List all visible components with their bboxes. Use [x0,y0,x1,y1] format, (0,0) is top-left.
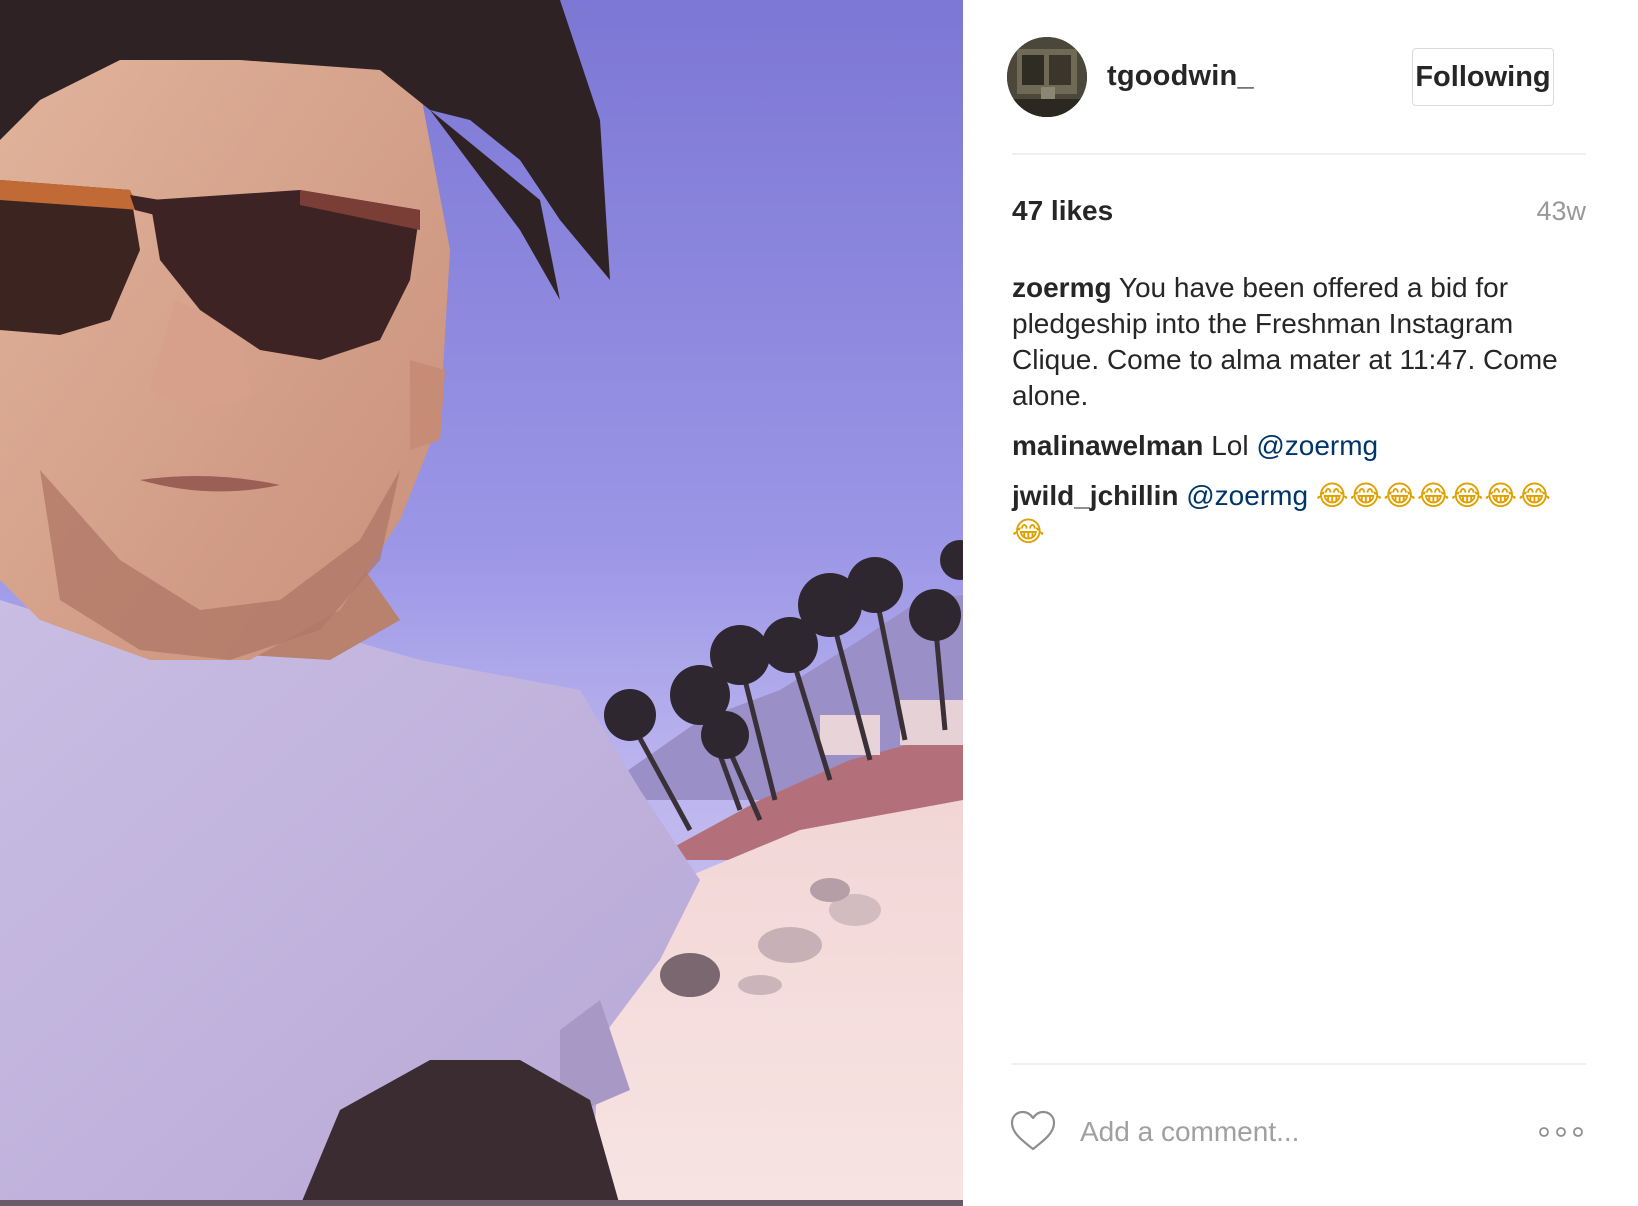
instagram-post: tgoodwin_ Following 47 likes 43w zoermg … [0,0,1638,1206]
comment-item: malinawelman Lol @zoermg [1012,428,1580,464]
comment-item: jwild_jchillin @zoermg 😂😂😂😂😂😂😂😂 [1012,478,1580,550]
following-button[interactable]: Following [1412,48,1554,106]
post-username[interactable]: tgoodwin_ [1107,60,1254,93]
comments-list: zoermg You have been offered a bid for p… [1012,270,1580,564]
photo-bottom-strip [0,1200,963,1206]
more-options-glyph [1539,1127,1583,1137]
post-timestamp[interactable]: 43w [1500,196,1586,227]
comment-text: Lol [1211,430,1249,461]
add-comment-input[interactable] [1080,1110,1460,1154]
footer-divider [1012,1063,1586,1065]
comment-author[interactable]: zoermg [1012,272,1112,303]
heart-icon-glyph [1010,1110,1056,1151]
likes-count[interactable]: 47 likes [1012,195,1113,227]
user-avatar[interactable] [1007,37,1087,117]
post-photo[interactable] [0,0,963,1206]
photo-illustration [0,0,963,1206]
comment-author[interactable]: jwild_jchillin [1012,480,1178,511]
more-options-icon[interactable] [1536,1117,1586,1147]
comment-item: zoermg You have been offered a bid for p… [1012,270,1580,414]
post-side-panel [963,0,1638,1206]
heart-icon[interactable] [1010,1110,1056,1152]
comment-mention[interactable]: @zoermg [1256,430,1378,461]
header-divider [1012,153,1586,155]
avatar-image [1007,37,1087,117]
comment-author[interactable]: malinawelman [1012,430,1203,461]
comment-mention[interactable]: @zoermg [1186,480,1308,511]
